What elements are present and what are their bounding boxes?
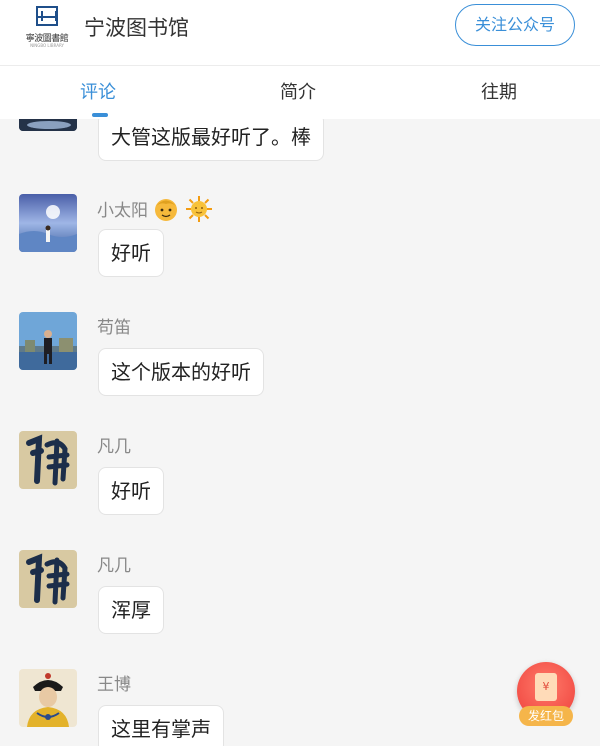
- sun-emoji-icon: [185, 195, 213, 223]
- comment-author-name: 苟笛: [97, 318, 131, 338]
- library-logo: 寧波圖書館 NINGBO LIBRARY: [20, 6, 74, 48]
- logo-subtext: NINGBO LIBRARY: [30, 43, 64, 48]
- child-emoji-icon: [153, 196, 179, 222]
- comment-author-name: 凡几: [97, 437, 131, 457]
- comment-author-name: 凡几: [97, 556, 131, 576]
- account-title: 宁波图书馆: [84, 16, 189, 40]
- comment-author-name: 小太阳: [97, 201, 148, 221]
- comment-bubble: 好听: [98, 467, 164, 515]
- comment-bubble: 这里有掌声: [98, 705, 224, 746]
- avatar[interactable]: [19, 312, 77, 370]
- red-packet-button[interactable]: ¥ 发红包: [517, 662, 575, 728]
- red-envelope-icon: ¥: [535, 673, 557, 701]
- avatar[interactable]: [19, 194, 77, 252]
- comment-author-name: 王博: [97, 675, 131, 695]
- avatar[interactable]: [19, 550, 77, 608]
- comment-author: 小太阳: [97, 195, 213, 223]
- active-tab-indicator: [92, 113, 108, 117]
- library-emblem-icon: [36, 6, 58, 26]
- avatar[interactable]: [19, 669, 77, 727]
- comment-bubble: 浑厚: [98, 586, 164, 634]
- comment-bubble: 好听: [98, 229, 164, 277]
- red-packet-label: 发红包: [519, 706, 573, 726]
- follow-account-button[interactable]: 关注公众号: [455, 4, 575, 46]
- tab-comments[interactable]: 评论: [80, 78, 116, 104]
- tab-bar: 评论 简介 往期: [0, 66, 600, 119]
- comment-bubble: 这个版本的好听: [98, 348, 264, 396]
- header: 寧波圖書館 NINGBO LIBRARY 宁波图书馆 关注公众号: [0, 0, 600, 66]
- comment-feed[interactable]: 大管这版最好听了。棒 小太阳 好听 苟笛 这个版本的好听 凡几 好听 凡几 浑厚…: [0, 119, 600, 746]
- avatar[interactable]: [19, 431, 77, 489]
- comment-bubble: 大管这版最好听了。棒: [98, 119, 324, 161]
- tab-intro[interactable]: 简介: [280, 78, 316, 104]
- avatar[interactable]: [19, 119, 77, 131]
- tab-archive[interactable]: 往期: [481, 78, 517, 104]
